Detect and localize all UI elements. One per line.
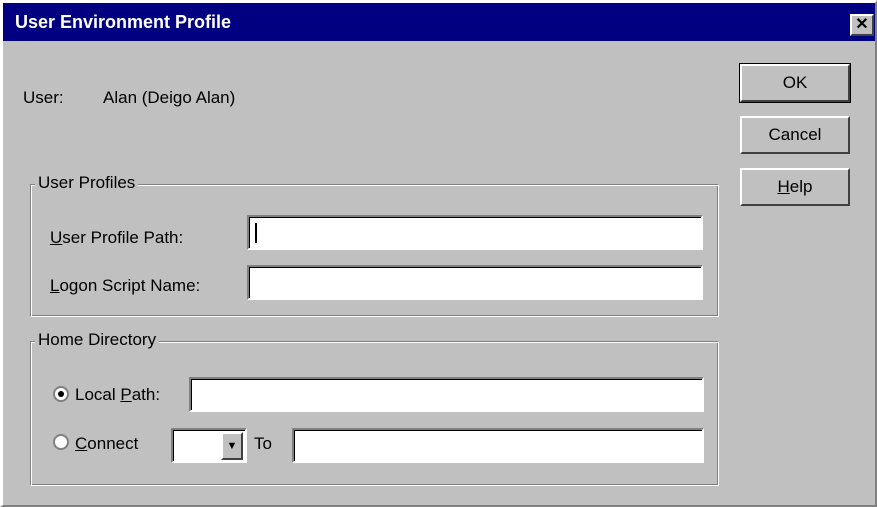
connect-label: Connect	[75, 434, 139, 453]
user-profile-path-input[interactable]	[247, 215, 703, 250]
window-title: User Environment Profile	[15, 12, 232, 32]
dropdown-button[interactable]: ▼	[221, 432, 243, 460]
user-label: User:	[23, 88, 64, 107]
user-profile-path-label: User Profile Path:	[50, 228, 184, 247]
connect-radio[interactable]	[53, 434, 69, 450]
user-environment-profile-dialog: User Environment Profile ✕ User: Alan (D…	[0, 0, 877, 507]
help-button-label: Help	[777, 177, 813, 196]
title-bar: User Environment Profile ✕	[3, 3, 875, 41]
drive-letter-combo[interactable]: ▼	[171, 428, 247, 463]
chevron-down-icon: ▼	[226, 440, 238, 452]
logon-script-name-input[interactable]	[247, 265, 703, 300]
logon-script-name-label: Logon Script Name:	[50, 276, 201, 295]
local-path-input[interactable]	[189, 377, 704, 412]
cancel-button[interactable]: Cancel	[740, 116, 850, 154]
text-caret	[255, 223, 257, 243]
to-label: To	[254, 434, 272, 453]
close-button[interactable]: ✕	[850, 14, 874, 36]
user-value: Alan (Deigo Alan)	[103, 88, 236, 107]
home-directory-legend: Home Directory	[35, 330, 160, 350]
local-path-radio[interactable]	[53, 386, 69, 402]
ok-button-label: OK	[782, 73, 808, 92]
close-icon: ✕	[855, 16, 869, 33]
user-profiles-legend: User Profiles	[35, 173, 139, 193]
radio-selected-dot	[58, 391, 64, 397]
home-directory-group: Home Directory	[30, 330, 719, 486]
connect-to-path-input[interactable]	[292, 428, 704, 463]
cancel-button-label: Cancel	[768, 125, 822, 144]
help-button[interactable]: Help	[740, 168, 850, 206]
ok-button[interactable]: OK	[739, 63, 851, 103]
local-path-label: Local Path:	[75, 385, 161, 404]
